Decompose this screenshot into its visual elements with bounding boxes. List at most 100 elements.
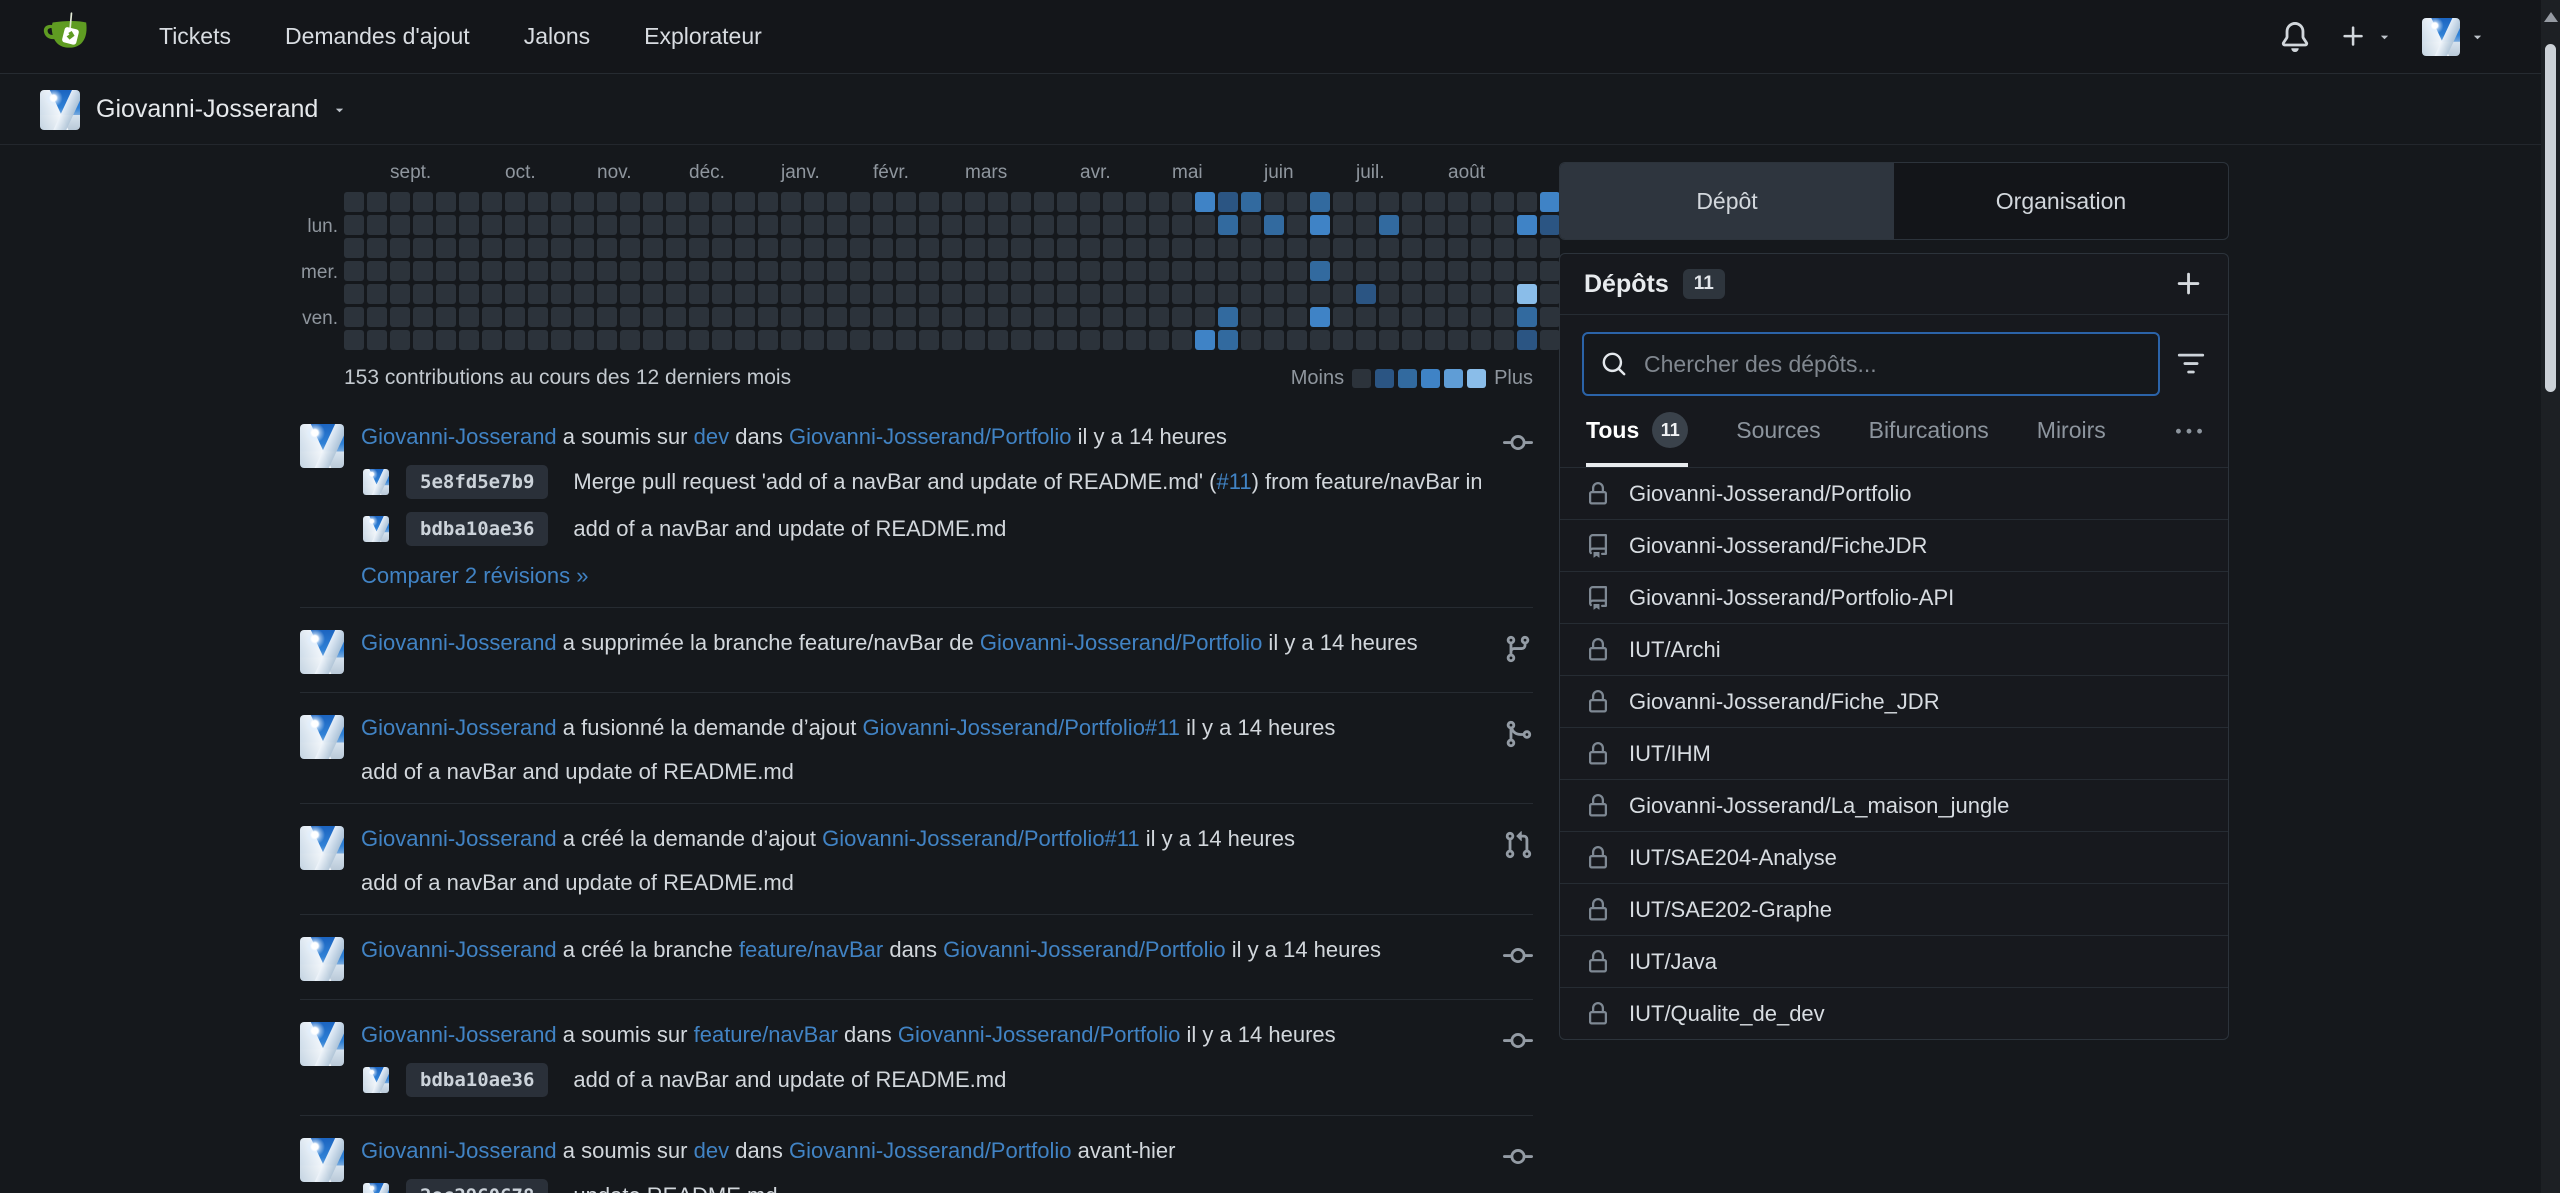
more-filters-kebab-icon[interactable] [2176, 419, 2202, 445]
heatmap-cell [781, 238, 801, 258]
heatmap-cell [413, 284, 433, 304]
nav-item-tickets[interactable]: Tickets [132, 23, 258, 50]
create-new-menu[interactable] [2340, 23, 2392, 50]
heatmap-cell [1080, 238, 1100, 258]
user-avatar [2422, 18, 2460, 56]
scrollbar-thumb[interactable] [2545, 44, 2556, 392]
notifications-bell-icon[interactable] [2280, 22, 2310, 52]
repo-link[interactable]: IUT/Java [1560, 935, 2228, 987]
user-avatar[interactable] [300, 826, 344, 870]
heatmap-cell [1310, 307, 1330, 327]
repo-link[interactable]: Giovanni-Josserand/Portfolio-API [1560, 571, 2228, 623]
link-giovanni-josserand-portfolio[interactable]: Giovanni-Josserand/Portfolio [980, 630, 1262, 655]
link-giovanni-josserand-portfolio[interactable]: Giovanni-Josserand/Portfolio [789, 1138, 1071, 1163]
heatmap-cell [942, 238, 962, 258]
link-giovanni-josserand-portfolio[interactable]: Giovanni-Josserand/Portfolio [789, 424, 1071, 449]
user-menu[interactable] [2422, 18, 2485, 56]
link-giovanni-josserand-portfolio-11[interactable]: Giovanni-Josserand/Portfolio#11 [822, 826, 1140, 851]
heatmap-cell [1241, 192, 1261, 212]
compare-revisions-link[interactable]: Comparer 2 révisions » [361, 563, 588, 589]
heatmap-cell [1379, 192, 1399, 212]
activity-item: Giovanni-Josserand a fusionné la demande… [300, 693, 1533, 804]
repo-link[interactable]: Giovanni-Josserand/Portfolio [1560, 467, 2228, 519]
link-giovanni-josserand-portfolio[interactable]: Giovanni-Josserand/Portfolio [898, 1022, 1180, 1047]
link-giovanni-josserand[interactable]: Giovanni-Josserand [361, 1022, 557, 1047]
repo-link[interactable]: IUT/Qualite_de_dev [1560, 987, 2228, 1039]
gitea-logo[interactable] [38, 9, 94, 65]
link-giovanni-josserand[interactable]: Giovanni-Josserand [361, 937, 557, 962]
heatmap-cell [1448, 307, 1468, 327]
nav-item-explorateur[interactable]: Explorateur [617, 23, 789, 50]
repo-search-input[interactable] [1642, 350, 2141, 379]
filter-tab-miroirs[interactable]: Miroirs [2037, 417, 2106, 463]
filter-button[interactable] [2176, 349, 2206, 379]
link-giovanni-josserand[interactable]: Giovanni-Josserand [361, 826, 557, 851]
tab-organisation[interactable]: Organisation [1894, 163, 2228, 239]
heatmap-cell [1172, 261, 1192, 281]
filter-tab-tous[interactable]: Tous11 [1586, 412, 1688, 467]
tab-depot[interactable]: Dépôt [1560, 163, 1894, 239]
repo-link[interactable]: IUT/Archi [1560, 623, 2228, 675]
heatmap-cell [1172, 192, 1192, 212]
commit-hash[interactable]: 2ec2960678 [406, 1179, 548, 1193]
heatmap-cell [1218, 330, 1238, 350]
heatmap-cell [1103, 238, 1123, 258]
activity-feed: Giovanni-Josserand a soumis sur dev dans… [300, 410, 1533, 1193]
heatmap-cell [413, 307, 433, 327]
repo-link[interactable]: IUT/SAE204-Analyse [1560, 831, 2228, 883]
link-giovanni-josserand-portfolio-11[interactable]: Giovanni-Josserand/Portfolio#11 [862, 715, 1180, 740]
commit-hash[interactable]: bdba10ae36 [406, 512, 548, 546]
heatmap-cell [1034, 284, 1054, 304]
heatmap-cell [988, 192, 1008, 212]
link-giovanni-josserand[interactable]: Giovanni-Josserand [361, 1138, 557, 1163]
commit-hash[interactable]: bdba10ae36 [406, 1063, 548, 1097]
heatmap-cell [620, 192, 640, 212]
filter-tab-sources[interactable]: Sources [1736, 417, 1820, 463]
repo-link[interactable]: Giovanni-Josserand/La_maison_jungle [1560, 779, 2228, 831]
add-repo-button[interactable] [2174, 269, 2204, 299]
heatmap-cell [1195, 261, 1215, 281]
commit-hash[interactable]: 5e8fd5e7b9 [406, 465, 548, 499]
heatmap-cell [827, 261, 847, 281]
chevron-down-icon[interactable] [332, 102, 347, 117]
user-avatar[interactable] [300, 424, 344, 468]
context-user-name[interactable]: Giovanni-Josserand [96, 95, 318, 124]
heatmap-cell [689, 261, 709, 281]
link-11[interactable]: #11 [1216, 469, 1251, 494]
page-scrollbar[interactable] [2541, 0, 2560, 1193]
link-dev[interactable]: dev [694, 1138, 729, 1163]
link-giovanni-josserand-portfolio[interactable]: Giovanni-Josserand/Portfolio [943, 937, 1225, 962]
heatmap-cell [1356, 192, 1376, 212]
user-avatar[interactable] [300, 1022, 344, 1066]
activity-title: Giovanni-Josserand a soumis sur dev dans… [361, 422, 1481, 452]
link-giovanni-josserand[interactable]: Giovanni-Josserand [361, 424, 557, 449]
user-avatar[interactable] [300, 715, 344, 759]
user-avatar[interactable] [300, 937, 344, 981]
heatmap-cell [1402, 192, 1422, 212]
user-avatar[interactable] [300, 1138, 344, 1182]
heatmap-cell [1471, 238, 1491, 258]
link-feature-navbar[interactable]: feature/navBar [739, 937, 883, 962]
heatmap-cell [1172, 238, 1192, 258]
nav-item-jalons[interactable]: Jalons [497, 23, 617, 50]
heatmap-cell [1471, 307, 1491, 327]
heatmap-cell [551, 330, 571, 350]
link-feature-navbar[interactable]: feature/navBar [694, 1022, 838, 1047]
filter-tab-label: Tous [1586, 417, 1639, 444]
nav-item-demandes-d-ajout[interactable]: Demandes d'ajout [258, 23, 497, 50]
heatmap-cell [712, 284, 732, 304]
repo-link[interactable]: IUT/SAE202-Graphe [1560, 883, 2228, 935]
repo-link[interactable]: IUT/IHM [1560, 727, 2228, 779]
link-dev[interactable]: dev [694, 424, 729, 449]
heatmap-cell [620, 284, 640, 304]
repo-link[interactable]: Giovanni-Josserand/Fiche_JDR [1560, 675, 2228, 727]
user-avatar[interactable] [300, 630, 344, 674]
heatmap-cell [919, 215, 939, 235]
commit-row: bdba10ae36add of a navBar and update of … [363, 1063, 1481, 1097]
link-giovanni-josserand[interactable]: Giovanni-Josserand [361, 630, 557, 655]
repo-link[interactable]: Giovanni-Josserand/FicheJDR [1560, 519, 2228, 571]
heatmap-cell [1287, 284, 1307, 304]
scroll-up-arrow[interactable] [2544, 12, 2558, 22]
link-giovanni-josserand[interactable]: Giovanni-Josserand [361, 715, 557, 740]
filter-tab-bifurcations[interactable]: Bifurcations [1869, 417, 1989, 463]
